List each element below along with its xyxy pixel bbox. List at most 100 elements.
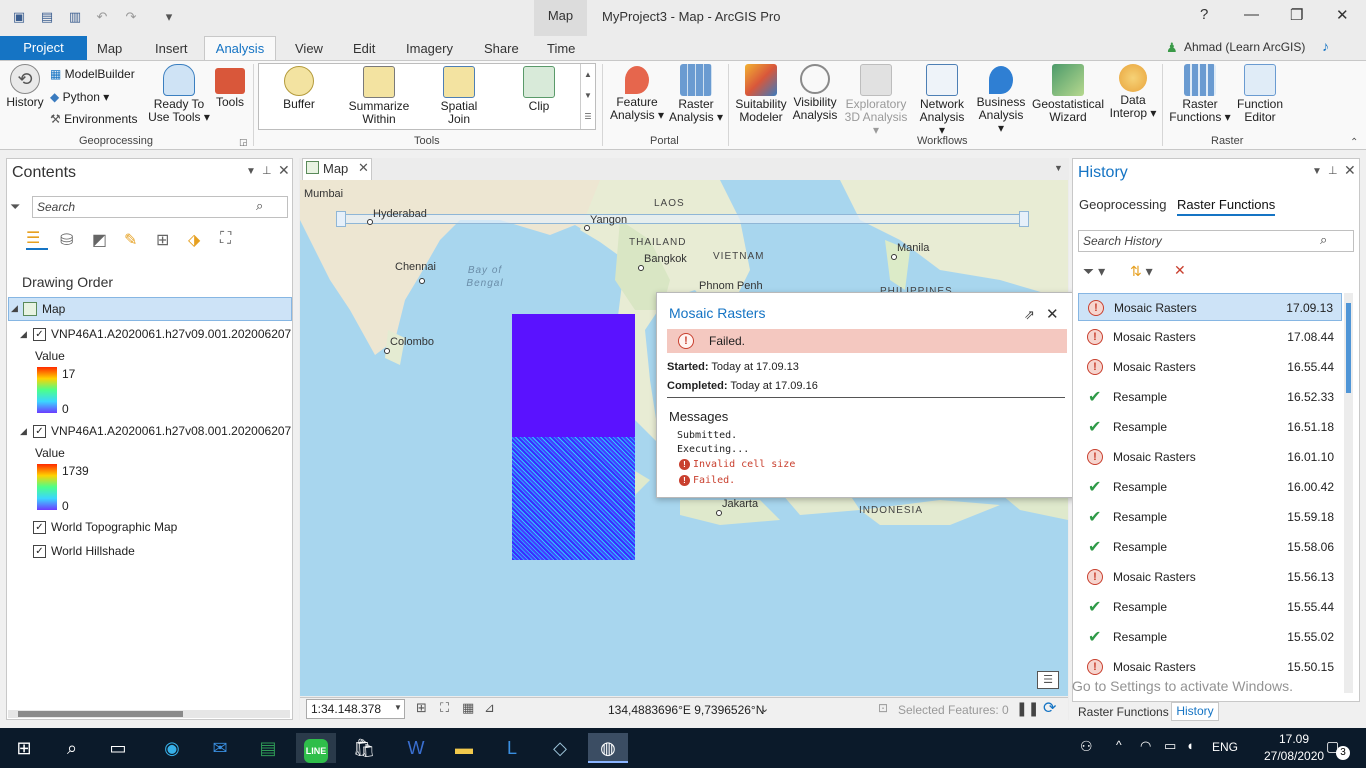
history-item[interactable]: ! Mosaic Rasters 16.01.10 bbox=[1078, 443, 1342, 471]
tab-view[interactable]: View bbox=[295, 41, 323, 56]
collapse-arrow-icon[interactable]: ◢ bbox=[20, 426, 27, 437]
help-button[interactable]: ? bbox=[1200, 6, 1208, 23]
tab-raster-functions-pane[interactable]: Raster Functions bbox=[1078, 705, 1169, 719]
tab-project[interactable]: Project bbox=[0, 36, 87, 60]
spatial-join-tool[interactable]: Spatial Join bbox=[434, 66, 484, 126]
python-button[interactable]: ◆ Python ▾ bbox=[50, 90, 109, 104]
wifi-icon[interactable]: ◠ bbox=[1140, 738, 1151, 754]
language-indicator[interactable]: ENG bbox=[1212, 740, 1238, 754]
excel-icon[interactable]: ▤ bbox=[248, 733, 288, 763]
list-by-snapping-icon[interactable]: ⊞ bbox=[156, 230, 169, 250]
snapping-icon[interactable]: ⊿ bbox=[484, 700, 495, 716]
business-analysis-button[interactable]: Business Analysis ▾ bbox=[974, 64, 1028, 135]
full-extent-icon[interactable]: ⛶ bbox=[440, 700, 449, 716]
history-item[interactable]: ✔ Resample 15.55.44 bbox=[1078, 593, 1342, 621]
time-slider-end-handle[interactable] bbox=[1019, 211, 1029, 227]
history-item[interactable]: ✔ Resample 16.51.18 bbox=[1078, 413, 1342, 441]
basemap-layer-name[interactable]: World Topographic Map bbox=[51, 520, 177, 534]
chevron-down-icon[interactable]: ⌄ bbox=[760, 702, 769, 715]
modelbuilder-button[interactable]: ▦ ModelBuilder bbox=[50, 67, 135, 81]
gallery-scroll[interactable]: ▲ ▼ ☰ bbox=[580, 64, 595, 129]
layer-name[interactable]: VNP46A1.A2020061.h27v09.001.202006207480… bbox=[51, 327, 291, 341]
collapse-arrow-icon[interactable]: ◢ bbox=[11, 303, 18, 314]
close-window-button[interactable]: ✕ bbox=[1336, 6, 1349, 24]
redo-icon[interactable]: ↷ bbox=[122, 8, 140, 26]
history-item[interactable]: ✔ Resample 16.00.42 bbox=[1078, 473, 1342, 501]
search-icon[interactable]: ⌕ bbox=[256, 198, 263, 214]
start-icon[interactable]: ⊞ bbox=[4, 733, 44, 763]
history-item[interactable]: ✔ Resample 16.52.33 bbox=[1078, 383, 1342, 411]
basemap-layer-name[interactable]: World Hillshade bbox=[51, 544, 135, 558]
map-layers-icon[interactable]: ☰ bbox=[1037, 671, 1059, 689]
history-item[interactable]: ! Mosaic Rasters 17.09.13 bbox=[1078, 293, 1342, 321]
clock-time[interactable]: 17.09 bbox=[1264, 732, 1324, 746]
notification-icon[interactable]: ♪ bbox=[1322, 38, 1329, 54]
people-icon[interactable]: ⚇ bbox=[1080, 738, 1093, 755]
time-slider-start-handle[interactable] bbox=[336, 211, 346, 227]
pane-menu-icon[interactable]: ▼ bbox=[246, 166, 256, 177]
tab-history-pane[interactable]: History bbox=[1171, 702, 1219, 721]
search-icon[interactable]: ⌕ bbox=[52, 733, 92, 763]
maximize-button[interactable]: ❐ bbox=[1290, 6, 1303, 24]
history-item[interactable]: ! Mosaic Rasters 15.50.15 bbox=[1078, 653, 1342, 681]
pin-icon[interactable]: ⊥ bbox=[1328, 164, 1338, 177]
power-icon[interactable]: ▭ bbox=[1164, 738, 1176, 754]
line-app-icon[interactable]: LINE bbox=[296, 733, 336, 763]
history-item[interactable]: ! Mosaic Rasters 17.08.44 bbox=[1078, 323, 1342, 351]
history-item[interactable]: ! Mosaic Rasters 15.56.13 bbox=[1078, 563, 1342, 591]
pause-drawing-icon[interactable]: ❚❚ bbox=[1016, 700, 1039, 717]
history-item[interactable]: ! Mosaic Rasters 16.55.44 bbox=[1078, 353, 1342, 381]
layer-visibility-checkbox[interactable]: ✓ bbox=[33, 545, 46, 558]
tab-list-icon[interactable]: ▼ bbox=[1054, 163, 1063, 173]
filter-icon[interactable]: ⏷ bbox=[10, 199, 20, 215]
horizontal-scrollbar[interactable] bbox=[8, 710, 290, 718]
zoom-to-extent-icon[interactable]: ⊞ bbox=[416, 700, 427, 716]
network-analysis-button[interactable]: Network Analysis ▾ bbox=[916, 64, 968, 137]
feature-analysis-button[interactable]: Feature Analysis ▾ bbox=[608, 64, 666, 122]
close-pane-icon[interactable]: ✕ bbox=[1344, 162, 1356, 179]
scrollbar-thumb[interactable] bbox=[18, 711, 183, 717]
minimize-button[interactable]: — bbox=[1244, 6, 1259, 23]
task-view-icon[interactable]: ▭ bbox=[98, 733, 138, 763]
open-project-icon[interactable]: ▤ bbox=[38, 8, 56, 26]
list-by-drawing-order-icon[interactable]: ☰ bbox=[26, 228, 48, 250]
layer-visibility-checkbox[interactable]: ✓ bbox=[33, 425, 46, 438]
clear-history-icon[interactable]: ✕ bbox=[1174, 262, 1186, 279]
tray-chevron-icon[interactable]: ^ bbox=[1116, 738, 1122, 752]
close-popup-icon[interactable]: ✕ bbox=[1046, 305, 1059, 323]
tab-map[interactable]: Map bbox=[97, 41, 122, 56]
store-icon[interactable]: 🛍 bbox=[344, 733, 384, 763]
clock-date[interactable]: 27/08/2020 bbox=[1264, 749, 1324, 763]
list-by-perspective-icon[interactable]: ⛶ bbox=[220, 230, 231, 248]
collapse-ribbon-icon[interactable]: ⌃ bbox=[1350, 137, 1358, 148]
tab-time[interactable]: Time bbox=[547, 41, 575, 56]
list-by-selection-icon[interactable]: ◩ bbox=[92, 230, 107, 250]
tab-edit[interactable]: Edit bbox=[353, 41, 375, 56]
scrollbar-thumb[interactable] bbox=[1346, 303, 1351, 393]
mail-icon[interactable]: ✉ bbox=[200, 733, 240, 763]
layer-name[interactable]: VNP46A1.A2020061.h27v08.001.202006207484… bbox=[51, 424, 291, 438]
environments-button[interactable]: ⚒ Environments bbox=[50, 112, 137, 126]
volume-icon[interactable]: ◖ bbox=[1186, 738, 1194, 753]
refresh-icon[interactable]: ⟳ bbox=[1043, 698, 1056, 718]
undo-icon[interactable]: ↶ bbox=[93, 8, 111, 26]
arcmap-icon[interactable]: ◇ bbox=[540, 733, 580, 763]
file-explorer-icon[interactable]: ▬ bbox=[444, 733, 484, 763]
tab-share[interactable]: Share bbox=[484, 41, 519, 56]
close-map-tab-icon[interactable]: ✕ bbox=[358, 160, 369, 176]
tab-raster-functions[interactable]: Raster Functions bbox=[1177, 197, 1276, 216]
summarize-within-tool[interactable]: Summarize Within bbox=[346, 66, 412, 126]
tab-geoprocessing[interactable]: Geoprocessing bbox=[1079, 197, 1166, 212]
raster-functions-button[interactable]: Raster Functions ▾ bbox=[1168, 64, 1232, 124]
tab-imagery[interactable]: Imagery bbox=[406, 41, 453, 56]
arcgis-pro-icon[interactable]: ◍ bbox=[588, 733, 628, 763]
function-editor-button[interactable]: Function Editor bbox=[1234, 64, 1286, 124]
close-pane-icon[interactable]: ✕ bbox=[278, 162, 290, 179]
tools-button[interactable]: Tools bbox=[212, 64, 248, 109]
history-search-input[interactable]: Search History bbox=[1078, 230, 1354, 252]
history-item[interactable]: ✔ Resample 15.55.02 bbox=[1078, 623, 1342, 651]
scale-input[interactable]: 1:34.148.378 bbox=[306, 699, 405, 719]
layer-visibility-checkbox[interactable]: ✓ bbox=[33, 521, 46, 534]
history-item[interactable]: ✔ Resample 15.58.06 bbox=[1078, 533, 1342, 561]
grid-icon[interactable]: ▦ bbox=[462, 700, 474, 716]
